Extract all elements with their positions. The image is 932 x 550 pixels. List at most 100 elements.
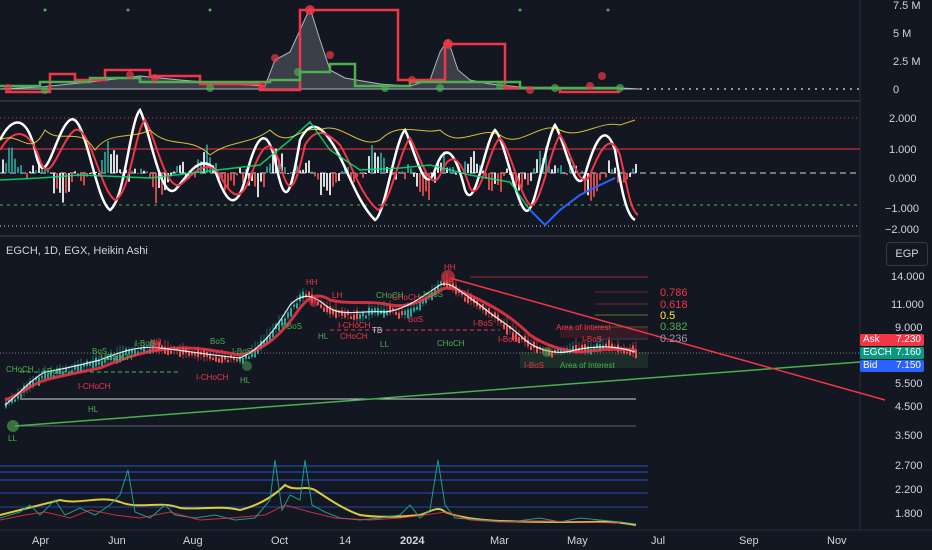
oscillator-bar bbox=[608, 160, 610, 173]
oscillator-bar bbox=[581, 170, 583, 173]
oscillator-bar bbox=[560, 165, 562, 173]
oscillator-bar bbox=[599, 173, 601, 180]
oscillator-bar bbox=[359, 173, 361, 175]
time-axis-label: May bbox=[567, 535, 588, 547]
structure-label: I-CHoCH bbox=[78, 382, 111, 391]
oscillator-bar bbox=[566, 173, 568, 175]
oscillator-bar bbox=[314, 173, 316, 177]
oscillator-bar bbox=[377, 156, 379, 173]
oscillator-bar bbox=[590, 173, 592, 201]
oscillator-bar bbox=[494, 173, 496, 184]
oscillator-bar bbox=[533, 168, 535, 173]
oscillator-bar bbox=[26, 173, 28, 179]
oscillator-bar bbox=[230, 173, 232, 181]
volume-axis-label: 7.5 M bbox=[893, 0, 921, 12]
oscillator-bar bbox=[140, 168, 142, 173]
oscillator-bar bbox=[404, 173, 406, 180]
oscillator-bar bbox=[266, 166, 268, 173]
structure-label: HL bbox=[318, 332, 329, 341]
oscillator-bar bbox=[290, 172, 292, 174]
volume-axis-label: 0 bbox=[893, 84, 899, 96]
oscillator-bar bbox=[497, 173, 499, 185]
oscillator-bar bbox=[17, 167, 19, 173]
oscillator-bar bbox=[416, 173, 418, 187]
price-axis-label: 2.700 bbox=[895, 460, 923, 472]
currency-button[interactable]: EGP bbox=[886, 242, 928, 266]
oscillator-bar bbox=[332, 173, 334, 187]
oscillator-bar bbox=[233, 173, 235, 186]
structure-label: LH bbox=[332, 291, 342, 300]
volume-axis-label: 2.5 M bbox=[893, 56, 921, 68]
oscillator-bar bbox=[173, 171, 175, 173]
bid-price-tag: Bid 7.150 bbox=[860, 360, 924, 372]
time-axis-label: 2024 bbox=[400, 535, 425, 547]
structure-label: BoS bbox=[408, 315, 423, 324]
oscillator-bar bbox=[401, 171, 403, 173]
structure-label: HL bbox=[88, 405, 99, 414]
oscillator-bar bbox=[5, 162, 7, 173]
ask-value: 7.230 bbox=[895, 334, 921, 345]
fib-label: 0.382 bbox=[660, 321, 688, 333]
oscillator-bar bbox=[302, 169, 304, 173]
oscillator-axis-label: 0.000 bbox=[889, 173, 917, 185]
structure-label: Area of Interest bbox=[556, 323, 611, 332]
oscillator-bar bbox=[311, 171, 313, 173]
structure-label: BoS bbox=[210, 337, 225, 346]
oscillator-bar bbox=[11, 147, 13, 173]
oscillator-bar bbox=[557, 168, 559, 173]
time-axis-label: Sep bbox=[739, 535, 759, 547]
structure-label: CHoCH bbox=[437, 339, 465, 348]
oscillator-axis-label: −2.000 bbox=[885, 224, 919, 236]
oscillator-bar bbox=[56, 173, 58, 189]
oscillator-bar bbox=[410, 168, 412, 173]
oscillator-bar bbox=[74, 171, 76, 173]
oscillator-bar bbox=[113, 150, 115, 173]
structure-label: CHoCH bbox=[6, 365, 34, 374]
price-axis-label: 14.000 bbox=[891, 271, 925, 283]
oscillator-bar bbox=[551, 169, 553, 173]
structure-label: I-BoS bbox=[498, 335, 518, 344]
structure-label: HL bbox=[240, 376, 251, 385]
structure-label: LL bbox=[380, 340, 389, 349]
time-axis-label: Apr bbox=[32, 535, 49, 547]
oscillator-axis-label: −1.000 bbox=[885, 203, 919, 215]
structure-label: I-BoS bbox=[135, 339, 155, 348]
oscillator-bar bbox=[527, 173, 529, 185]
oscillator-bar bbox=[287, 173, 289, 174]
oscillator-bar bbox=[329, 173, 331, 196]
oscillator-bar bbox=[8, 147, 10, 173]
price-axis-label: 3.500 bbox=[895, 430, 923, 442]
oscillator-bar bbox=[491, 173, 493, 191]
symbol-title[interactable]: EGCH, 1D, EGX, Heikin Ashi bbox=[6, 245, 148, 257]
oscillator-bar bbox=[413, 173, 415, 177]
oscillator-bar bbox=[554, 165, 556, 173]
structure-label: I-CHoCH bbox=[196, 373, 229, 382]
time-axis-label: Mar bbox=[490, 535, 509, 547]
oscillator-bar bbox=[488, 173, 490, 190]
structure-label: TB bbox=[372, 326, 382, 335]
oscillator-bar bbox=[119, 169, 121, 173]
oscillator-bar bbox=[35, 170, 37, 173]
oscillator-bar bbox=[632, 168, 634, 173]
structure-label: I-BoS bbox=[282, 322, 302, 331]
price-axis-label: 4.500 bbox=[895, 401, 923, 413]
oscillator-bar bbox=[206, 144, 208, 173]
oscillator-bar bbox=[320, 173, 322, 196]
oscillator-bar bbox=[29, 171, 31, 173]
oscillator-bar bbox=[236, 173, 238, 176]
oscillator-bar bbox=[611, 169, 613, 173]
oscillator-bar bbox=[506, 168, 508, 173]
structure-label: CHoCH bbox=[340, 332, 368, 341]
chart-canvas[interactable]: 0.786 0.618 0.5 0.382 0.236 HH LH HH HH … bbox=[0, 0, 932, 550]
oscillator-bar bbox=[536, 159, 538, 173]
time-axis-label: Jul bbox=[651, 535, 665, 547]
oscillator-bar bbox=[635, 164, 637, 173]
oscillator-bar bbox=[467, 163, 469, 173]
structure-label: HH bbox=[444, 263, 456, 272]
oscillator-bar bbox=[107, 141, 109, 173]
structure-label: CHoCH bbox=[376, 291, 404, 300]
oscillator-bar bbox=[392, 173, 394, 176]
oscillator-bar bbox=[14, 158, 16, 173]
price-axis-label: 11.000 bbox=[891, 299, 924, 311]
bid-label: Bid bbox=[863, 360, 878, 371]
